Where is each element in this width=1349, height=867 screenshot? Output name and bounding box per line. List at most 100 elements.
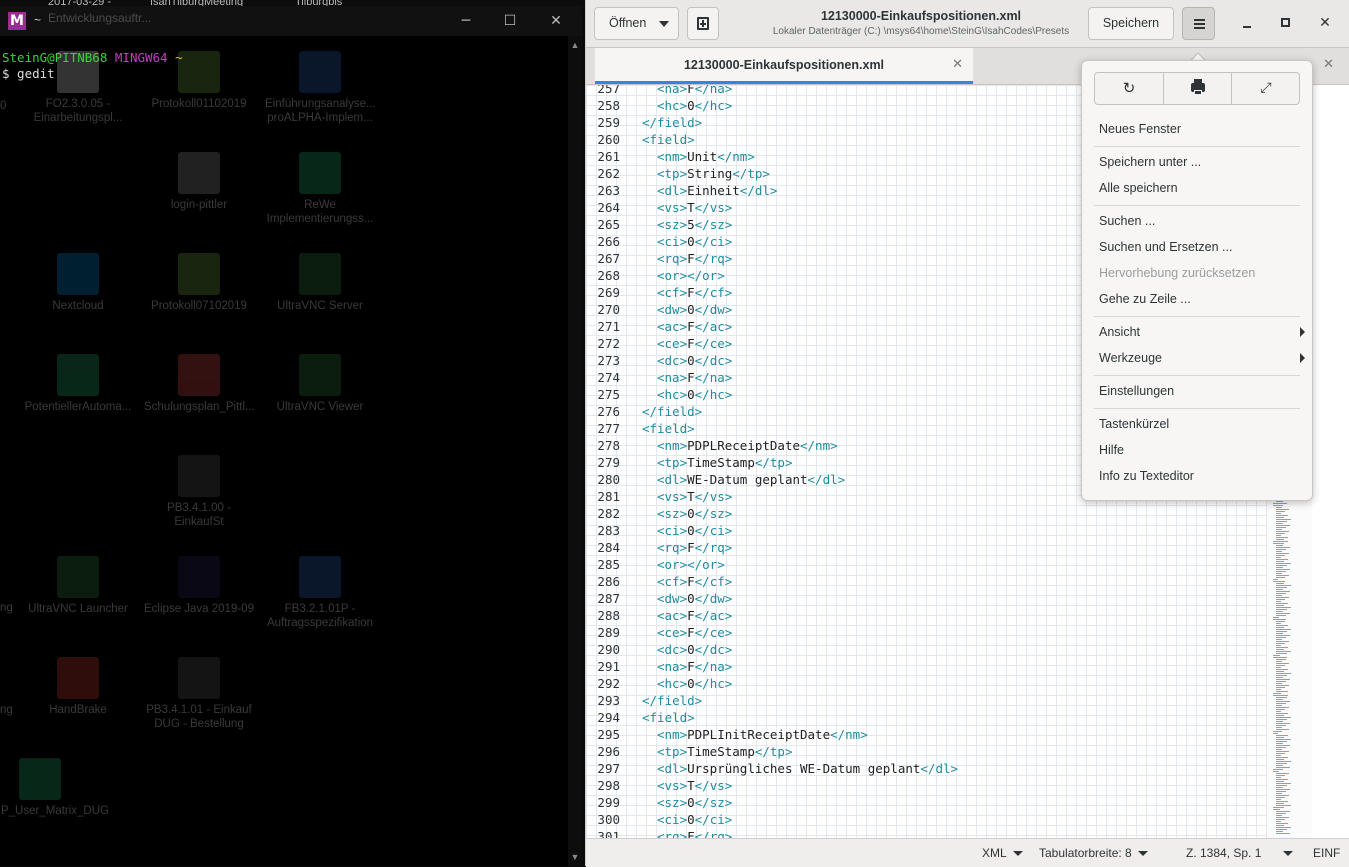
minimap-line xyxy=(1276,557,1281,558)
menu-item-suchen-und-ersetzen[interactable]: Suchen und Ersetzen ... xyxy=(1099,236,1299,258)
minimap-line xyxy=(1276,723,1290,724)
minimap-line xyxy=(1276,621,1285,622)
cursor-position-selector[interactable]: Z. 1384, Sp. 1 xyxy=(1186,846,1294,860)
xml-value: Unit xyxy=(687,149,718,164)
scroll-up-icon[interactable]: ▲ xyxy=(570,40,580,50)
minimap-line xyxy=(1276,689,1281,690)
tab-width-selector[interactable]: Tabulatorbreite: 8 xyxy=(1039,846,1148,860)
minimap-line xyxy=(1276,803,1284,804)
menu-item-gehe-zu-zeile[interactable]: Gehe zu Zeile ... xyxy=(1099,288,1299,310)
terminal-minimize-button[interactable]: ─ xyxy=(446,10,486,32)
minimap-line xyxy=(1276,797,1285,798)
xml-value: F xyxy=(687,336,695,351)
minimap-line xyxy=(1276,737,1284,738)
menu-item-werkzeuge[interactable]: Werkzeuge xyxy=(1099,347,1305,369)
xml-open-tag: <sz> xyxy=(657,506,688,521)
menu-item-info-zu-texteditor[interactable]: Info zu Texteditor xyxy=(1099,465,1299,487)
terminal-maximize-button[interactable]: ☐ xyxy=(490,10,530,32)
minimap-line xyxy=(1276,563,1291,564)
code-text: <rq>F</rq> xyxy=(657,250,732,267)
xml-close-tag: </dl> xyxy=(807,472,846,487)
desktop-icon-label: FB3.2.1.01P - Auftragsspezifikation xyxy=(266,603,374,629)
minimap-line xyxy=(1276,545,1283,546)
reload-button[interactable]: ↻ xyxy=(1095,73,1163,104)
minimap-line xyxy=(1276,507,1282,508)
line-number: 299 xyxy=(597,795,620,810)
minimap-line xyxy=(1276,645,1281,646)
terminal-window[interactable]: FO2.3.0.05 - Einarbeitungspl... Protokoll… xyxy=(0,6,582,866)
xml-open-tag: <rq> xyxy=(657,251,688,266)
language-selector[interactable]: XML xyxy=(982,846,1023,860)
terminal-close-button[interactable]: ✕ xyxy=(536,10,576,32)
code-text: <dw>0</dw> xyxy=(657,590,732,607)
scroll-down-icon[interactable]: ▼ xyxy=(570,852,580,862)
tab-close-icon[interactable]: ✕ xyxy=(952,48,963,82)
window-subtitle: Lokaler Datenträger (C:) \msys64\home\St… xyxy=(772,26,1070,37)
statusbar: XML Tabulatorbreite: 8 Z. 1384, Sp. 1 EI… xyxy=(586,838,1349,867)
menu-item-hilfe[interactable]: Hilfe xyxy=(1099,439,1299,461)
line-number: 273 xyxy=(597,353,620,368)
menu-item-speichern-unter[interactable]: Speichern unter ... xyxy=(1099,151,1299,173)
xml-close-tag: </tp> xyxy=(754,455,793,470)
desktop-icon-label: UltraVNC Viewer xyxy=(276,401,364,413)
open-button-label: Öffnen xyxy=(609,16,647,30)
menu-item-neues-fenster[interactable]: Neues Fenster xyxy=(1099,118,1299,140)
minimap-line xyxy=(1276,641,1289,642)
xml-open-tag: <na> xyxy=(657,659,688,674)
tab-close-icon[interactable]: ✕ xyxy=(1323,48,1334,82)
line-number: 267 xyxy=(597,251,620,266)
terminal-scrollbar[interactable]: ▲ ▼ xyxy=(568,36,582,866)
save-button[interactable]: Speichern xyxy=(1088,7,1174,40)
desktop-icon-label: login-pittler xyxy=(170,199,228,211)
xml-open-tag: <na> xyxy=(657,370,688,385)
menu-item-ansicht[interactable]: Ansicht xyxy=(1099,321,1305,343)
xml-close-tag: </ci> xyxy=(694,812,733,827)
file-icon xyxy=(299,152,341,194)
code-text: <ce>F</ce> xyxy=(657,624,732,641)
menu-item-tastenkürzel[interactable]: Tastenkürzel xyxy=(1099,413,1299,435)
minimap-line xyxy=(1276,697,1287,698)
cursor-position-label: Z. 1384, Sp. 1 xyxy=(1186,846,1262,860)
desktop-icon: UltraVNC Server xyxy=(265,253,375,313)
minimap-line xyxy=(1273,733,1278,734)
close-button[interactable]: ✕ xyxy=(1314,12,1336,34)
chevron-down-icon xyxy=(1012,851,1023,857)
new-document-button[interactable] xyxy=(687,7,719,40)
editor-scrollbar[interactable] xyxy=(1312,85,1349,838)
xml-open-tag: <ci> xyxy=(657,234,688,249)
code-line: 289 <ce>F</ce> xyxy=(586,624,1266,641)
code-text: <ci>0</ci> xyxy=(657,811,732,828)
minimap-line xyxy=(1276,523,1283,524)
prompt-user: SteinG@PITNB68 xyxy=(2,50,108,65)
maximize-button[interactable] xyxy=(1275,12,1297,34)
menu-icon-button-group: ↻ ⤢ xyxy=(1094,72,1300,105)
menu-item-hervorhebung-zurücksetzen: Hervorhebung zurücksetzen xyxy=(1099,262,1299,284)
file-icon xyxy=(178,556,220,598)
minimap-line xyxy=(1276,599,1285,600)
code-text: <rq>F</rq> xyxy=(657,539,732,556)
fullscreen-button[interactable]: ⤢ xyxy=(1231,73,1299,104)
terminal-titlebar[interactable]: M ~ Entwicklungsauftr... ─ ☐ ✕ xyxy=(0,6,582,36)
menu-item-einstellungen[interactable]: Einstellungen xyxy=(1099,380,1299,402)
menu-item-alle-speichern[interactable]: Alle speichern xyxy=(1099,177,1299,199)
menu-item-label: Alle speichern xyxy=(1099,181,1178,195)
open-button[interactable]: Öffnen xyxy=(594,7,679,40)
minimap-line xyxy=(1276,747,1286,748)
xml-close-tag: </or> xyxy=(687,557,725,572)
minimap-line xyxy=(1276,825,1284,826)
xml-value: F xyxy=(687,85,695,96)
print-button[interactable] xyxy=(1163,73,1231,104)
line-number: 259 xyxy=(597,115,620,130)
line-number: 265 xyxy=(597,217,620,232)
hamburger-menu-button[interactable] xyxy=(1182,7,1215,40)
line-number: 258 xyxy=(597,98,620,113)
menu-item-suchen[interactable]: Suchen ... xyxy=(1099,210,1299,232)
line-number: 262 xyxy=(597,166,620,181)
minimize-button[interactable] xyxy=(1236,12,1258,34)
menu-item-label: Einstellungen xyxy=(1099,384,1175,398)
tab-document-1[interactable]: 12130000-Einkaufspositionen.xml ✕ xyxy=(595,48,973,84)
terminal-output[interactable]: SteinG@PITNB68 MINGW64 ~ $ gedit xyxy=(2,50,183,81)
xml-close-tag: </dl> xyxy=(739,183,778,198)
minimap-line xyxy=(1276,613,1290,614)
minimap-line xyxy=(1276,559,1288,560)
